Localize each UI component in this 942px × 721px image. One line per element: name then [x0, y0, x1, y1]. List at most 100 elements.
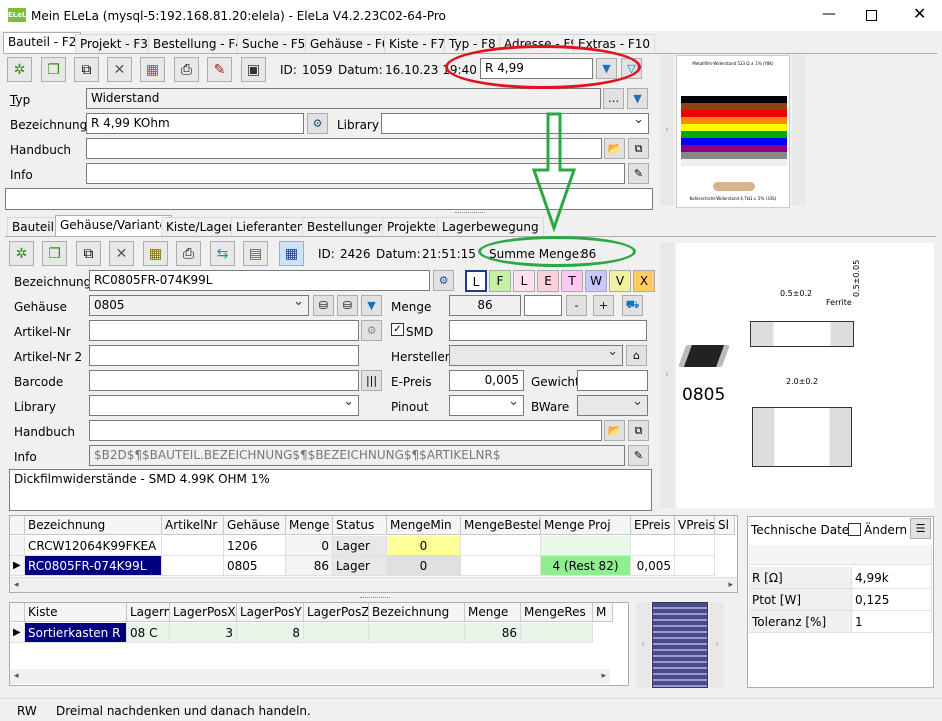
sub-tab-3[interactable]: Lieferanten [231, 217, 310, 237]
storage-cell-0-6[interactable]: 86 [465, 623, 521, 643]
variant-cell-1-1[interactable] [162, 556, 224, 576]
variant-duplicate-icon[interactable]: ⧉ [76, 241, 101, 266]
variant-grid-header-6[interactable]: MengeBestellt [461, 516, 541, 535]
variant-memo[interactable]: Dickfilmwiderstände - SMD 4.99K OHM 1% [9, 469, 652, 511]
letter-button-0[interactable]: L [465, 270, 487, 292]
storage-grid-header-2[interactable]: LagerPosX [170, 603, 237, 622]
storage-icon[interactable]: ▦ [140, 57, 165, 82]
letter-button-4[interactable]: T [561, 270, 583, 292]
letter-button-6[interactable]: V [609, 270, 631, 292]
new-part-icon[interactable]: ✲ [7, 57, 32, 82]
gewicht-input[interactable] [577, 370, 648, 391]
tech-value-2[interactable]: 1 [852, 611, 932, 633]
copy-part-icon[interactable]: ❐ [41, 57, 66, 82]
main-tab-3[interactable]: Suche - F5 [237, 34, 311, 54]
variant-print-icon[interactable]: ⎙ [176, 241, 201, 266]
typ-filter-icon[interactable]: ▼ [627, 88, 648, 109]
sub-tab-1[interactable]: Gehäuse/Variante [55, 215, 172, 237]
duplicate-icon[interactable]: ⧉ [74, 57, 99, 82]
minimize-button[interactable]: — [822, 6, 836, 22]
artikel-input[interactable] [89, 320, 359, 341]
storage-grid-header-5[interactable]: Bezeichnung [369, 603, 465, 622]
variant-grid-header-0[interactable]: Bezeichnung [25, 516, 162, 535]
sub-tab-5[interactable]: Projekte [382, 217, 441, 237]
variant-cell-1-5[interactable]: 0 [387, 556, 461, 576]
main-tab-2[interactable]: Bestellung - F4 [148, 34, 248, 54]
smd-checkbox[interactable]: ✓ [391, 323, 404, 336]
typ-browse-button[interactable]: … [603, 88, 624, 109]
sub-tab-4[interactable]: Bestellungen [302, 217, 391, 237]
storage-grid-header-4[interactable]: LagerPosZ [304, 603, 369, 622]
menge-minus-button[interactable]: - [566, 295, 587, 316]
variant-cell-1-3[interactable]: 86 [286, 556, 333, 576]
handbuch-browse-icon[interactable]: ⧉ [628, 138, 649, 159]
bware-select[interactable] [577, 395, 648, 416]
letter-button-2[interactable]: L [513, 270, 535, 292]
library-select[interactable] [381, 113, 649, 134]
letter-button-3[interactable]: E [537, 270, 559, 292]
menge-book-icon[interactable]: ⛟ [622, 295, 643, 316]
storage-grid-header-1[interactable]: Lagernr [127, 603, 170, 622]
variant-grid-header-10[interactable]: Sl [715, 516, 735, 535]
splitter-2[interactable] [360, 597, 390, 599]
variant-cell-0-0[interactable]: CRCW12064K99FKEA [25, 536, 162, 556]
variant-grid-hscroll[interactable]: ◂ ▸ [10, 577, 737, 592]
variant-grid-header-2[interactable]: Gehäuse [224, 516, 286, 535]
storage-cell-0-4[interactable] [304, 623, 369, 643]
tech-menu-icon[interactable]: ☰ [910, 518, 931, 539]
variant-table-icon[interactable]: ▦ [279, 241, 304, 266]
package-scroll-left[interactable]: ‹ [660, 243, 674, 508]
main-tab-5[interactable]: Kiste - F7 [384, 34, 451, 54]
letter-button-5[interactable]: W [585, 270, 607, 292]
storage-grid-header-8[interactable]: M [593, 603, 613, 622]
variant-calc-icon[interactable]: ▤ [243, 241, 268, 266]
info-edit-icon[interactable]: ✎ [628, 163, 649, 184]
variant-grid-header-9[interactable]: VPreis [675, 516, 715, 535]
storage-cell-0-0[interactable]: Sortierkasten R [25, 623, 127, 643]
variant-grid-header-5[interactable]: MengeMin [387, 516, 461, 535]
variant-delete-icon[interactable]: ✕ [109, 241, 134, 266]
variant-cell-1-7[interactable]: 4 (Rest 82) [541, 556, 631, 576]
typ-field[interactable]: Widerstand [86, 88, 601, 109]
artikel2-input[interactable] [89, 345, 359, 366]
main-tab-1[interactable]: Projekt - F3 [75, 34, 153, 54]
storage-scroll-left[interactable]: ‹ [636, 602, 650, 688]
storage-grid-header-7[interactable]: MengeRes [521, 603, 593, 622]
tech-value-0[interactable]: 4,99k [852, 567, 932, 589]
variant-info-input[interactable]: $B2D$¶$BAUTEIL.BEZEICHNUNG$¶$BEZEICHNUNG… [89, 445, 625, 466]
storage-grid-header-6[interactable]: Menge [465, 603, 521, 622]
bez-settings-icon[interactable]: ⚙ [307, 113, 328, 134]
variant-new-icon[interactable]: ✲ [9, 241, 34, 266]
gehaeuse-filter-icon[interactable]: ▼ [361, 295, 382, 316]
pinout-select[interactable] [449, 395, 524, 416]
storage-scroll-right[interactable]: › [710, 602, 724, 688]
variant-cell-0-2[interactable]: 1206 [224, 536, 286, 556]
gehaeuse-select[interactable]: 0805 [89, 295, 309, 316]
handbuch-input[interactable] [86, 138, 602, 159]
smd-extra-input[interactable] [449, 320, 647, 341]
variant-cell-1-4[interactable]: Lager [333, 556, 387, 576]
edit-icon[interactable]: ✎ [207, 57, 232, 82]
handbuch-open-icon[interactable]: 📂 [604, 138, 625, 159]
variant-info-edit-icon[interactable]: ✎ [628, 445, 649, 466]
storage-cell-0-5[interactable] [369, 623, 465, 643]
variant-bez-settings-icon[interactable]: ⚙ [433, 270, 454, 291]
main-tab-0[interactable]: Bauteil - F2 [3, 32, 82, 54]
splitter[interactable] [455, 212, 485, 214]
variant-cell-1-0[interactable]: RC0805FR-074K99L [25, 556, 162, 576]
tech-value-1[interactable]: 0,125 [852, 589, 932, 611]
variant-cell-0-6[interactable] [461, 536, 541, 556]
menge-delta-input[interactable] [524, 295, 562, 316]
main-tab-4[interactable]: Gehäuse - F6 [305, 34, 395, 54]
variant-grid-header-4[interactable]: Status [333, 516, 387, 535]
storage-grid-hscroll[interactable]: ◂ ▸ [10, 669, 610, 684]
storage-cell-0-1[interactable]: 08 C [127, 623, 170, 643]
variant-cell-0-9[interactable] [675, 536, 715, 556]
maximize-button[interactable] [866, 10, 877, 21]
print-icon[interactable]: ⎙ [174, 57, 199, 82]
variant-grid-header-1[interactable]: ArtikelNr [162, 516, 224, 535]
variant-cell-0-8[interactable] [631, 536, 675, 556]
barcode-icon[interactable]: ||| [361, 370, 382, 391]
variant-bez-input[interactable]: RC0805FR-074K99L [89, 270, 430, 291]
variant-cell-0-7[interactable] [541, 536, 631, 556]
